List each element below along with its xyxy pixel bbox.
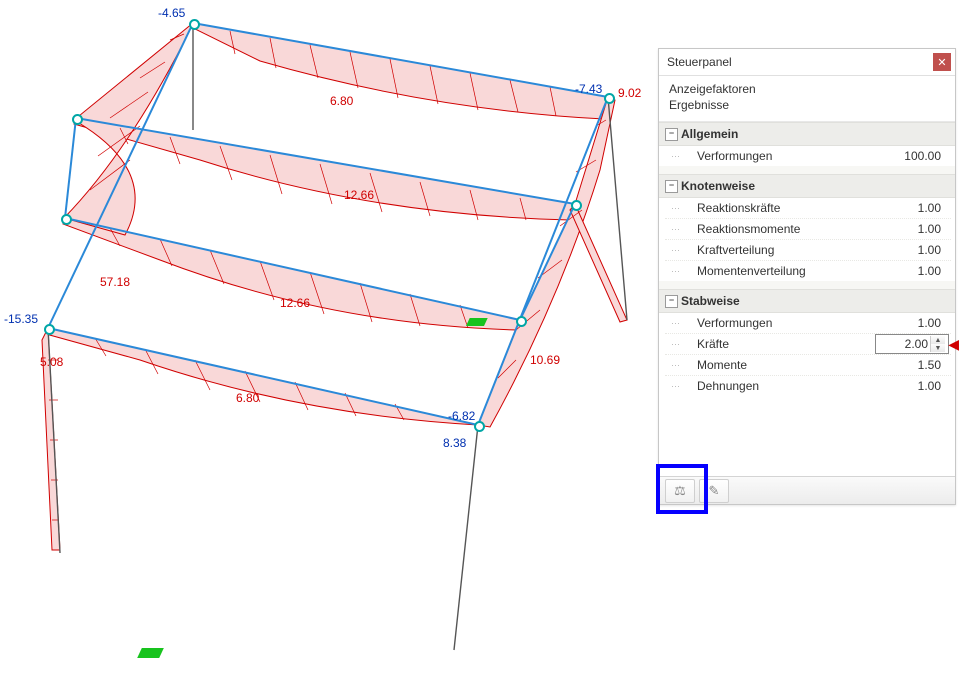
panel-header-line: Ergebnisse — [669, 98, 945, 114]
panel-footer: ⚖ ✎ — [659, 476, 955, 504]
node-marker — [44, 324, 55, 335]
node-marker — [474, 421, 485, 432]
balance-icon: ⚖ — [674, 483, 686, 499]
value-label: -15.35 — [4, 312, 38, 326]
active-row-arrow-icon: ◀ — [948, 336, 959, 353]
prop-value: 1.00 — [877, 379, 951, 393]
prop-row-reaktionskraefte[interactable]: ⋯ Reaktionskräfte 1.00 — [665, 198, 951, 219]
row-lead-icon: ⋯ — [665, 151, 695, 162]
node-marker — [571, 200, 582, 211]
panel-title: Steuerpanel — [667, 55, 933, 69]
row-lead-icon: ⋯ — [665, 339, 695, 350]
prop-row-stab-kraefte[interactable]: ⋯ Kräfte 2.00 ▲ ▼ ◀ — [665, 334, 951, 355]
value-label: 10.69 — [530, 353, 560, 367]
prop-label: Kräfte — [695, 337, 875, 351]
prop-label: Kraftverteilung — [695, 243, 877, 257]
node-marker — [604, 93, 615, 104]
prop-value: 1.00 — [877, 201, 951, 215]
panel-titlebar: Steuerpanel ✕ — [659, 49, 955, 76]
prop-value: 100.00 — [877, 149, 951, 163]
control-panel: Steuerpanel ✕ Anzeigefaktoren Ergebnisse… — [658, 48, 956, 505]
node-marker — [61, 214, 72, 225]
close-button[interactable]: ✕ — [933, 53, 951, 71]
value-label: 8.38 — [443, 436, 466, 450]
spin-down-button[interactable]: ▼ — [931, 344, 945, 352]
node-marker — [72, 114, 83, 125]
value-label: -4.65 — [158, 6, 185, 20]
prop-row-stab-momente[interactable]: ⋯ Momente 1.50 — [665, 355, 951, 376]
prop-value: 1.00 — [877, 316, 951, 330]
prop-row-verformungen[interactable]: ⋯ Verformungen 100.00 — [665, 146, 951, 166]
group-header-knotenweise[interactable]: − Knotenweise — [659, 174, 955, 198]
group-knotenweise: − Knotenweise ⋯ Reaktionskräfte 1.00 ⋯ R… — [659, 174, 955, 281]
expander-icon[interactable]: − — [665, 180, 678, 193]
value-label: 6.80 — [330, 94, 353, 108]
row-lead-icon: ⋯ — [665, 224, 695, 235]
node-marker — [189, 19, 200, 30]
group-allgemein: − Allgemein ⋯ Verformungen 100.00 — [659, 122, 955, 166]
prop-label: Reaktionsmomente — [695, 222, 877, 236]
group-title: Stabweise — [681, 294, 740, 308]
prop-label: Dehnungen — [695, 379, 877, 393]
panel-body: − Allgemein ⋯ Verformungen 100.00 − Knot… — [659, 121, 955, 396]
value-label: 12.66 — [344, 188, 374, 202]
prop-label: Verformungen — [695, 149, 877, 163]
expander-icon[interactable]: − — [665, 295, 678, 308]
group-header-allgemein[interactable]: − Allgemein — [659, 122, 955, 146]
value-label: 6.80 — [236, 391, 259, 405]
prop-label: Verformungen — [695, 316, 877, 330]
prop-label: Reaktionskräfte — [695, 201, 877, 215]
value-spinner: ▲ ▼ — [930, 336, 945, 352]
factors-button[interactable]: ⚖ — [665, 479, 695, 503]
prop-label: Momentenverteilung — [695, 264, 877, 278]
prop-value-input[interactable]: 2.00 — [876, 337, 930, 351]
prop-row-momentenverteilung[interactable]: ⋯ Momentenverteilung 1.00 — [665, 261, 951, 281]
node-marker — [516, 316, 527, 327]
value-label: 12.66 — [280, 296, 310, 310]
spin-up-button[interactable]: ▲ — [931, 336, 945, 344]
row-lead-icon: ⋯ — [665, 360, 695, 371]
value-label: -7.43 — [575, 82, 602, 96]
prop-row-stab-verformungen[interactable]: ⋯ Verformungen 1.00 — [665, 313, 951, 334]
prop-value: 1.50 — [877, 358, 951, 372]
value-label: 57.18 — [100, 275, 130, 289]
row-lead-icon: ⋯ — [665, 245, 695, 256]
panel-header-line: Anzeigefaktoren — [669, 82, 945, 98]
prop-row-stab-dehnungen[interactable]: ⋯ Dehnungen 1.00 — [665, 376, 951, 396]
group-header-stabweise[interactable]: − Stabweise — [659, 289, 955, 313]
edit-button[interactable]: ✎ — [699, 479, 729, 503]
wand-icon: ✎ — [709, 483, 720, 499]
value-label: 9.02 — [618, 86, 641, 100]
value-label: 5.08 — [40, 355, 63, 369]
prop-label: Momente — [695, 358, 877, 372]
prop-row-reaktionsmomente[interactable]: ⋯ Reaktionsmomente 1.00 — [665, 219, 951, 240]
panel-header-block: Anzeigefaktoren Ergebnisse — [659, 76, 955, 121]
group-stabweise: − Stabweise ⋯ Verformungen 1.00 ⋯ Kräfte… — [659, 289, 955, 396]
row-lead-icon: ⋯ — [665, 381, 695, 392]
close-icon: ✕ — [937, 56, 946, 69]
row-lead-icon: ⋯ — [665, 318, 695, 329]
group-title: Allgemein — [681, 127, 738, 141]
row-lead-icon: ⋯ — [665, 266, 695, 277]
value-label: -6.82 — [448, 409, 475, 423]
prop-value: 1.00 — [877, 222, 951, 236]
prop-value: 1.00 — [877, 243, 951, 257]
row-lead-icon: ⋯ — [665, 203, 695, 214]
group-title: Knotenweise — [681, 179, 755, 193]
prop-row-kraftverteilung[interactable]: ⋯ Kraftverteilung 1.00 — [665, 240, 951, 261]
expander-icon[interactable]: − — [665, 128, 678, 141]
prop-value: 1.00 — [877, 264, 951, 278]
